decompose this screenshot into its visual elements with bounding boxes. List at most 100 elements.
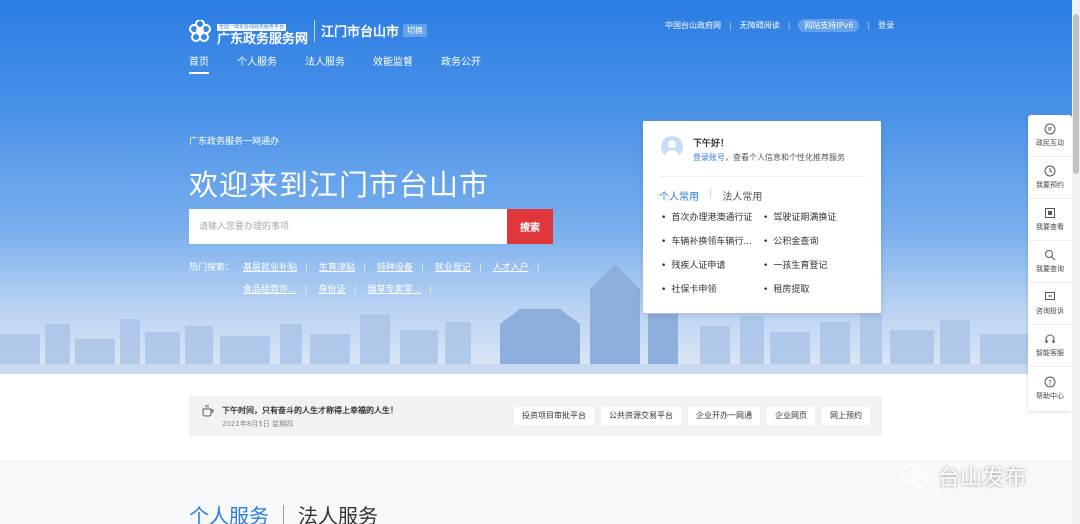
tab-corporate-services[interactable]: 法人服务 bbox=[298, 500, 378, 524]
sidebar-item-query[interactable]: 我要查询 bbox=[1028, 241, 1072, 283]
login-link[interactable]: 登录 bbox=[878, 20, 894, 31]
hot-search-item[interactable]: 身份证 bbox=[319, 285, 346, 295]
link-accessibility[interactable]: 无障碍阅读 bbox=[740, 20, 780, 31]
nav-efficiency-supervision[interactable]: 效能监督 bbox=[373, 53, 413, 74]
hot-search-item[interactable]: 食品经营许... bbox=[243, 285, 297, 295]
hot-search-label: 热门搜索： bbox=[189, 263, 235, 273]
divider: | bbox=[429, 285, 433, 295]
sidebar-item-help[interactable]: ? 帮助中心 bbox=[1028, 367, 1072, 409]
sidebar-label: 帮助中心 bbox=[1036, 391, 1064, 400]
logo-divider bbox=[314, 19, 316, 42]
tab-personal-services[interactable]: 个人服务 bbox=[189, 500, 269, 524]
ipv6-badge: 网站支持IPv6 bbox=[798, 19, 860, 32]
scrollbar-thumb[interactable] bbox=[1073, 14, 1079, 174]
service-link[interactable]: 残疾人证申请 bbox=[661, 258, 763, 271]
common-services-list: 首次办理港澳通行证 驾驶证期满换证 车辆补换领车辆行... 公积金查询 残疾人证… bbox=[661, 210, 871, 295]
search-input[interactable] bbox=[189, 209, 507, 244]
monitor-icon bbox=[1045, 208, 1055, 218]
logo-flower-icon bbox=[189, 19, 211, 42]
quick-link-public-resources[interactable]: 公共资源交易平台 bbox=[601, 407, 681, 425]
quick-link-business-setup[interactable]: 企业开办一网通 bbox=[688, 407, 760, 425]
hot-search-item[interactable]: 基层就业补贴 bbox=[243, 263, 297, 273]
search-bar: 搜索 bbox=[189, 209, 553, 244]
message-box-icon bbox=[1045, 292, 1055, 300]
user-greeting: 下午好！ 登录账号，查看个人信息和个性化推荐服务 bbox=[661, 136, 845, 163]
sidebar-label: 我要预约 bbox=[1036, 181, 1064, 189]
tab-corporate-common[interactable]: 法人常用 bbox=[722, 188, 762, 203]
notice-message: 下午时间，只有奋斗的人生才称得上幸福的人生！ bbox=[222, 406, 398, 415]
logo-name: 广东政务服务网 bbox=[217, 32, 309, 47]
sidebar-label: 我要查询 bbox=[1036, 265, 1064, 273]
hero-title: 欢迎来到江门市台山市 bbox=[189, 168, 490, 202]
notice-bar: 下午时间，只有奋斗的人生才称得上幸福的人生！ 2021年8月5日 星期四 投资项… bbox=[189, 396, 882, 436]
site-logo[interactable]: 全国一体化在线政务服务平台 广东政务服务网 江门市台山市 切换 bbox=[189, 13, 428, 48]
sidebar-item-view[interactable]: 我要查看 bbox=[1028, 199, 1072, 241]
hot-search-item[interactable]: 生育津贴 bbox=[319, 263, 355, 273]
divider: | bbox=[536, 263, 540, 273]
login-account-link[interactable]: 登录账号 bbox=[693, 153, 725, 162]
chat-bubble-icon bbox=[1044, 123, 1056, 135]
side-toolbar: 政民互动 我要预约 我要查看 我要查询 咨询投诉 智能客服 ? 帮助中心 bbox=[1028, 115, 1072, 411]
top-links: 中国台山政府网 | 无障碍阅读 | 网站支持IPv6 | 登录 bbox=[665, 19, 894, 32]
divider: | bbox=[709, 188, 713, 199]
hot-search-item[interactable]: 特种设备 bbox=[377, 263, 413, 273]
divider: | bbox=[420, 263, 424, 273]
main-nav: 首页 个人服务 法人服务 效能监督 政务公开 bbox=[189, 53, 509, 74]
divider bbox=[283, 504, 284, 524]
divider: | bbox=[305, 263, 309, 273]
clock-icon bbox=[1044, 165, 1056, 177]
link-gov-site[interactable]: 中国台山政府网 bbox=[665, 20, 721, 31]
sidebar-label: 政民互动 bbox=[1036, 139, 1064, 147]
service-link[interactable]: 车辆补换领车辆行... bbox=[661, 234, 763, 247]
hot-search-item[interactable]: 就业登记 bbox=[435, 263, 471, 273]
tab-personal-common[interactable]: 个人常用 bbox=[659, 188, 699, 203]
user-recommend-card: 下午好！ 登录账号，查看个人信息和个性化推荐服务 个人常用 | 法人常用 首次办… bbox=[643, 121, 881, 313]
divider: | bbox=[787, 21, 791, 30]
sidebar-item-interaction[interactable]: 政民互动 bbox=[1028, 115, 1072, 157]
logo-tagline: 全国一体化在线政务服务平台 bbox=[217, 24, 287, 31]
sidebar-label: 智能客服 bbox=[1036, 349, 1064, 357]
sidebar-item-complaint[interactable]: 咨询投诉 bbox=[1028, 283, 1072, 325]
nav-personal-services[interactable]: 个人服务 bbox=[237, 53, 277, 74]
divider: | bbox=[729, 21, 732, 30]
search-button[interactable]: 搜索 bbox=[507, 209, 553, 244]
nav-corporate-services[interactable]: 法人服务 bbox=[305, 53, 345, 74]
svg-text:?: ? bbox=[1048, 379, 1052, 387]
quick-link-online-booking[interactable]: 网上预约 bbox=[822, 407, 870, 425]
quick-link-investment[interactable]: 投资项目审批平台 bbox=[514, 407, 594, 425]
service-link[interactable]: 首次办理港澳通行证 bbox=[661, 210, 763, 223]
nav-government-affairs[interactable]: 政务公开 bbox=[441, 53, 481, 74]
sidebar-item-appointment[interactable]: 我要预约 bbox=[1028, 157, 1072, 199]
hot-search-item[interactable]: 人才入户 bbox=[493, 263, 529, 273]
service-link[interactable]: 一孩生育登记 bbox=[763, 258, 871, 271]
quick-link-enterprise-page[interactable]: 企业网页 bbox=[767, 407, 815, 425]
wechat-icon bbox=[901, 464, 929, 487]
page-scrollbar[interactable] bbox=[1072, 0, 1080, 524]
coffee-cup-icon bbox=[202, 405, 214, 417]
nav-home[interactable]: 首页 bbox=[189, 53, 209, 74]
watermark-text: 台山发布 bbox=[938, 466, 1027, 491]
quick-links: 投资项目审批平台 公共资源交易平台 企业开办一网通 企业网页 网上预约 bbox=[507, 407, 870, 425]
current-city: 江门市台山市 bbox=[321, 25, 400, 40]
search-icon bbox=[1045, 250, 1056, 261]
divider: | bbox=[867, 21, 871, 30]
city-switch-button[interactable]: 切换 bbox=[403, 24, 428, 37]
avatar[interactable] bbox=[661, 136, 683, 158]
service-link[interactable]: 公积金查询 bbox=[763, 234, 871, 247]
hero-banner bbox=[0, 0, 1080, 374]
service-link[interactable]: 社保卡申领 bbox=[661, 282, 763, 295]
hot-searches: 热门搜索： 基层就业补贴 | 生育津贴 | 特种设备 | 就业登记 | 人才入户 | 食品… bbox=[189, 257, 549, 301]
card-tabs: 个人常用 | 法人常用 bbox=[659, 188, 762, 203]
notice-date: 2021年8月5日 星期四 bbox=[222, 420, 293, 428]
service-link[interactable]: 驾驶证期满换证 bbox=[763, 210, 871, 223]
divider: | bbox=[478, 263, 482, 273]
divider: | bbox=[353, 285, 357, 295]
login-hint-text: ，查看个人信息和个性化推荐服务 bbox=[725, 153, 845, 162]
help-icon: ? bbox=[1044, 376, 1056, 387]
divider: | bbox=[304, 285, 308, 295]
service-link[interactable]: 租房提取 bbox=[763, 282, 871, 295]
sidebar-item-smart-service[interactable]: 智能客服 bbox=[1028, 325, 1072, 367]
hero-subtitle: 广东政务服务一网通办 bbox=[189, 137, 280, 147]
sidebar-label: 咨询投诉 bbox=[1036, 307, 1064, 315]
hot-search-item[interactable]: 烟草专卖零... bbox=[367, 285, 421, 295]
